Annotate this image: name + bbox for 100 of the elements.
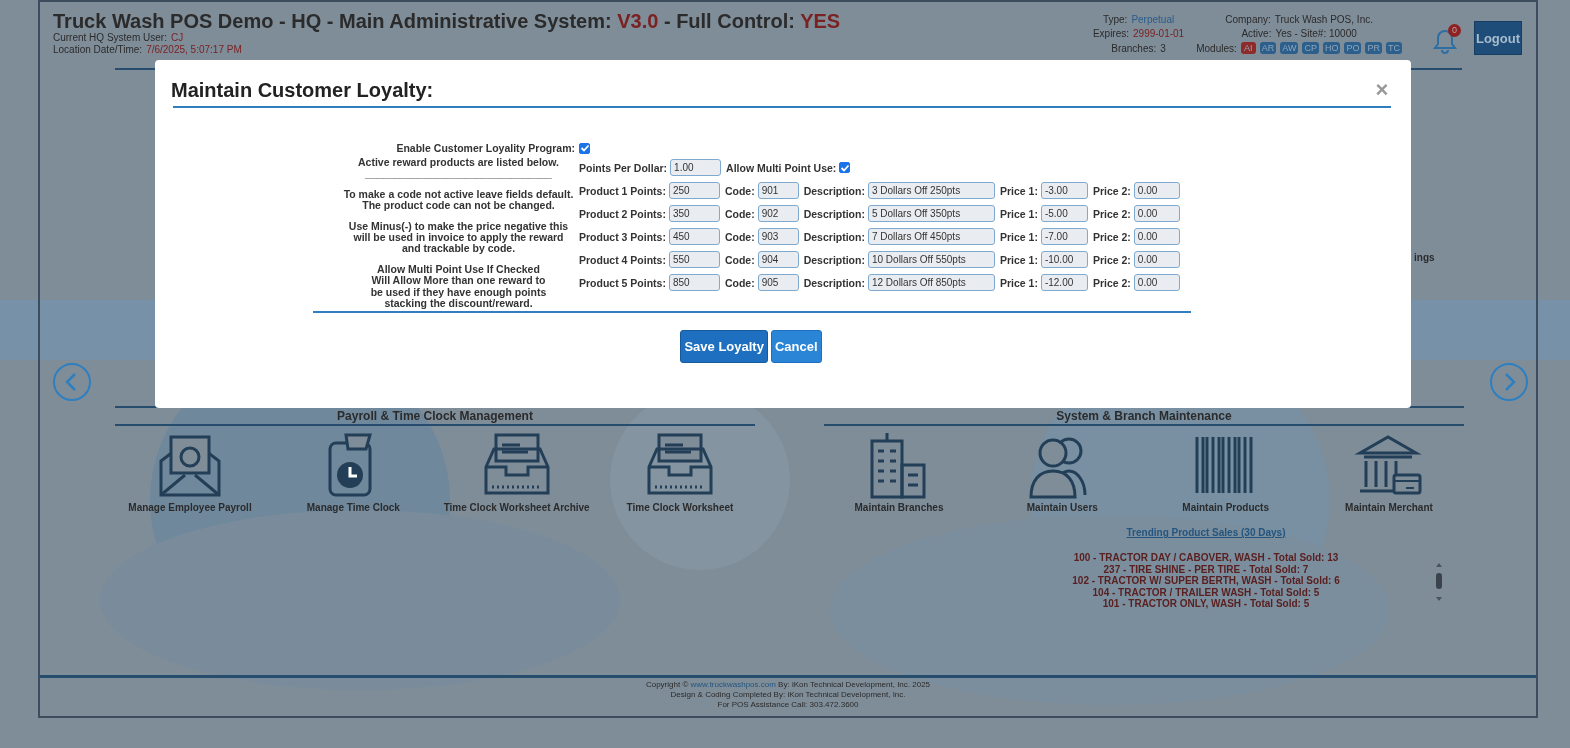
note-text: To make a code not active leave fields default. The product code can not be changed. [343,188,574,212]
info-label: Branches: [1111,42,1157,54]
dialog-title: Maintain Customer Loyalty: [171,78,434,102]
tile-label: Time Clock Worksheet [626,502,734,513]
input-field[interactable]: 901 [757,182,799,199]
field-label: Price 1: [999,184,1038,197]
field-label: Price 2: [1092,207,1131,220]
input-field[interactable]: -10.00 [1040,251,1088,268]
check-icon [579,143,590,153]
modules-label: Modules: [1196,42,1237,54]
checkbox[interactable] [579,142,590,154]
logout-button[interactable]: Logout [1474,21,1522,55]
field-label: Price 2: [1092,253,1131,266]
field-label: Product 4 Points: [579,253,666,266]
info-label: Type: [1102,14,1128,25]
tile-label: Time Clock Worksheet Archive [443,502,590,513]
field-label: Description: [803,207,865,220]
field-label: Code: [724,276,755,289]
trending-item: 102 - TRACTOR W/ SUPER BERTH, WASH - Total Sold: 6 [1072,575,1340,587]
input-field[interactable]: -12.00 [1040,274,1088,291]
input-field[interactable]: 5 Dollars Off 350pts [867,205,995,222]
info-value: 2999-01-01 [1133,28,1185,39]
tile-label: Maintain Products [1182,502,1269,513]
tile-label: Manage Employee Payroll [128,502,252,513]
menu-tile[interactable]: Time Clock Worksheet Archive [441,431,592,513]
field-label: Price 2: [1092,276,1131,289]
menu-tile[interactable]: Maintain Merchant [1314,431,1464,513]
user-name: CJ [170,32,184,43]
field-label: Allow Multi Point Use: [726,161,837,174]
checkbox[interactable] [839,162,851,173]
menu-tile[interactable]: Maintain Branches [824,431,974,513]
field-label: Points Per Dollar: [579,161,668,174]
cancel-button[interactable]: Cancel [770,330,822,364]
menu-tile[interactable]: Maintain Products [1150,431,1301,513]
app-title: Truck Wash POS Demo - HQ - Main Administrative System: V3.0 - Full Control: YES [53,10,842,32]
info-value: 3 [1160,42,1166,54]
scrollbar [1434,561,1444,603]
menu-tile[interactable]: Manage Time Clock [278,431,429,513]
field-label: Product 2 Points: [579,207,666,220]
tile-label: Maintain Merchant [1345,502,1433,513]
input-field[interactable]: -7.00 [1040,228,1088,245]
field-label: Price 2: [1092,184,1131,197]
field-label: Product 5 Points: [579,276,666,289]
field-label: Code: [724,230,755,243]
info-value: Truck Wash POS, Inc. [1274,14,1373,25]
input-field[interactable]: 250 [668,182,720,199]
menu-tile[interactable]: Time Clock Worksheet [605,431,755,513]
tile-label: Maintain Users [1026,502,1098,513]
field-label: Price 1: [999,276,1038,289]
input-field[interactable]: 905 [757,274,799,291]
input-field[interactable]: 903 [757,228,799,245]
menu-tile[interactable]: Maintain Users [987,431,1138,513]
info-label: Expires: [1092,28,1130,39]
field-label: Price 1: [999,253,1038,266]
input-field[interactable]: 350 [668,205,720,222]
input-field[interactable]: 10 Dollars Off 550pts [867,251,995,268]
trending-item: 100 - TRACTOR DAY / CABOVER, WASH - Total Sold: 13 [1072,552,1340,564]
trending-item: 104 - TRACTOR / TRAILER WASH - Total Sold: 5 [1091,586,1321,598]
input-field[interactable]: 450 [668,228,720,245]
input-field[interactable]: 0.00 [1133,182,1180,199]
next-icon [1489,362,1529,402]
input-field[interactable]: 0.00 [1133,205,1180,222]
bell-icon [1432,28,1458,54]
tile-label: Manage Time Clock [306,502,400,513]
trending-item: 101 - TRACTOR ONLY, WASH - Total Sold: 5 [1101,598,1311,610]
input-field[interactable]: 1.00 [670,159,722,176]
field-label: Product 1 Points: [579,184,666,197]
menu-tile[interactable]: Manage Employee Payroll [115,431,265,513]
field-label: Description: [803,184,865,197]
input-field[interactable]: -5.00 [1040,205,1088,222]
field-label: Code: [724,253,755,266]
field-label: Price 1: [999,230,1038,243]
field-label: Code: [724,207,755,220]
info-label: Active: [1241,28,1272,39]
field-label: Description: [803,276,865,289]
info-value: Yes - Site#: 10000 [1275,28,1357,39]
input-field[interactable]: -3.00 [1040,182,1088,199]
input-field[interactable]: 850 [668,274,720,291]
user-label: Current HQ System User: [53,32,167,43]
footer-text: For POS Assistance Call: 303.472.3600 [716,700,860,710]
input-field[interactable]: 0.00 [1133,228,1180,245]
save-button[interactable]: Save Loyalty [680,330,768,364]
field-label: Description: [803,230,865,243]
input-field[interactable]: 12 Dollars Off 850pts [867,274,995,291]
partial-label: ings [1414,252,1435,263]
field-label: Code: [724,184,755,197]
input-field[interactable]: 0.00 [1133,251,1180,268]
tile-label: Maintain Branches [854,502,944,513]
input-field[interactable]: 902 [757,205,799,222]
field-label: Enable Customer Loyality Program: [395,141,575,156]
note-text: Use Minus(-) to make the price negative this will be used in invoice to apply the reward and trackable by code. [348,220,569,255]
input-field[interactable]: 3 Dollars Off 250pts [867,182,995,199]
input-field[interactable]: 904 [757,251,799,268]
check-icon [839,162,850,173]
input-field[interactable]: 7 Dollars Off 450pts [867,228,995,245]
input-field[interactable]: 0.00 [1133,274,1180,291]
field-label: Description: [803,253,865,266]
note-text: Active reward products are listed below. ________________________________ [358,157,559,180]
input-field[interactable]: 550 [668,251,720,268]
previous-icon [52,362,92,402]
